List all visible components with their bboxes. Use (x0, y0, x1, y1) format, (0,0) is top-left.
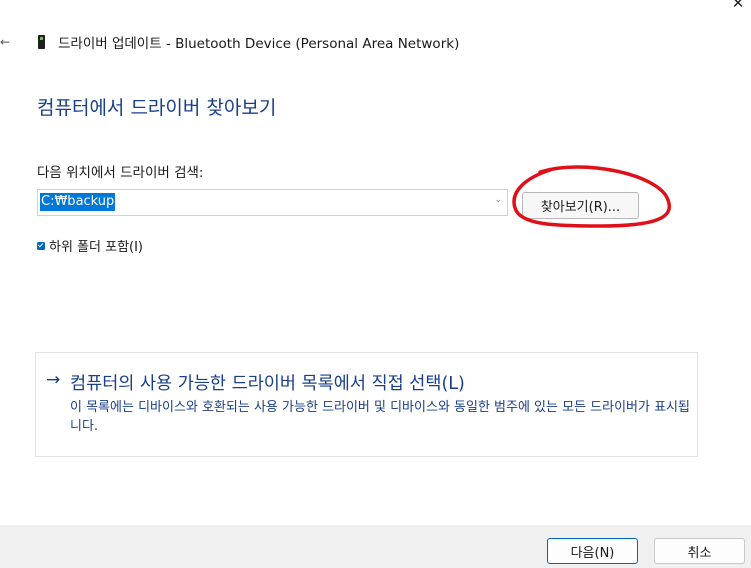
pick-from-list-title[interactable]: 컴퓨터의 사용 가능한 드라이버 목록에서 직접 선택(L) (70, 370, 465, 395)
include-subfolders-checkbox-row[interactable]: 하위 폴더 포함(I) (37, 236, 143, 255)
path-combobox[interactable]: C:₩backup ⌄ (37, 189, 508, 216)
next-button[interactable]: 다음(N) (547, 538, 638, 564)
close-button[interactable]: ✕ (727, 0, 749, 12)
window-title-bar: 드라이버 업데이트 - Bluetooth Device (Personal A… (38, 33, 460, 52)
browse-button[interactable]: 찾아보기(R)... (522, 192, 639, 219)
pick-from-list-description: 이 목록에는 디바이스와 호환되는 사용 가능한 드라이버 및 디바이스와 동일… (70, 400, 690, 434)
include-subfolders-label[interactable]: 하위 폴더 포함(I) (49, 236, 143, 255)
chevron-down-icon[interactable]: ⌄ (494, 195, 502, 205)
pick-from-list-option[interactable]: → 컴퓨터의 사용 가능한 드라이버 목록에서 직접 선택(L) 이 목록에는 … (35, 352, 698, 457)
page-heading: 컴퓨터에서 드라이버 찾아보기 (37, 97, 277, 119)
window-title: 드라이버 업데이트 - Bluetooth Device (Personal A… (58, 36, 460, 52)
bluetooth-device-icon (38, 35, 45, 49)
cancel-button[interactable]: 취소 (654, 538, 745, 564)
arrow-right-icon: → (46, 370, 61, 390)
search-location-label: 다음 위치에서 드라이버 검색: (37, 165, 204, 181)
red-annotation-circle (512, 165, 672, 228)
dialog-footer (0, 525, 751, 568)
back-arrow-icon[interactable]: ← (0, 34, 14, 50)
include-subfolders-checkbox[interactable] (37, 241, 45, 250)
path-input-value[interactable]: C:₩backup (40, 193, 116, 211)
